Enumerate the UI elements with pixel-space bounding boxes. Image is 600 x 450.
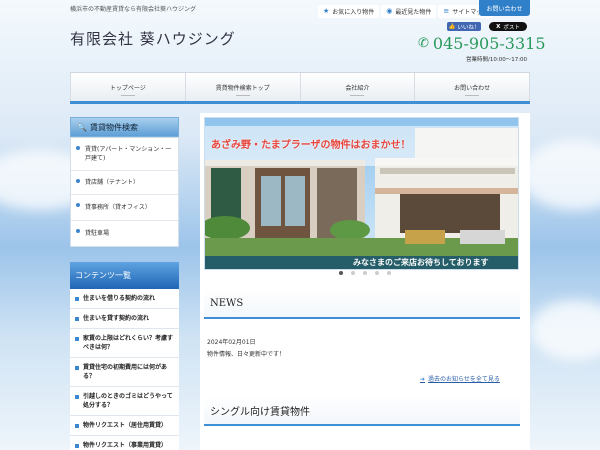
slider-dot[interactable] xyxy=(387,271,391,275)
nav-underline xyxy=(350,95,365,96)
top-links: ★ お気に入り物件 ◉ 最近見た物件 ≡ サイトマップ xyxy=(318,4,495,18)
content-item[interactable]: 家賃の上限はどれくらい？考慮すべきは何？ xyxy=(70,329,179,358)
nav-underline xyxy=(235,95,250,96)
circle-arrow-icon: ➜ xyxy=(420,376,426,383)
content-item[interactable]: 住まいを貸す契約の流れ xyxy=(70,309,179,329)
nav-top[interactable]: トップページ xyxy=(70,73,186,101)
contact-button[interactable]: お問い合わせ xyxy=(479,0,530,16)
slider-dot[interactable] xyxy=(351,271,355,275)
news-heading: NEWS xyxy=(204,289,520,319)
news-archive-link[interactable]: ➜ 過去のお知らせを全て見る xyxy=(420,374,500,383)
sitemap-icon: ≡ xyxy=(443,7,450,15)
nav-underline xyxy=(120,95,135,96)
hero-caption: みなさまのご来店お待ちしております xyxy=(353,258,489,267)
news-date: 2024年02月01日 xyxy=(207,339,256,346)
search-item-shop[interactable]: 貸店舗（テナント） xyxy=(71,171,178,195)
slider-dot[interactable] xyxy=(363,271,367,275)
favorites-link[interactable]: ★ お気に入り物件 xyxy=(318,4,380,18)
eye-icon: ◉ xyxy=(386,7,393,15)
magnifier-icon: 🔍 xyxy=(77,122,87,132)
business-hours: 営業時間/10:00～17:00 xyxy=(466,57,528,63)
x-logo-icon: X xyxy=(496,23,501,30)
main-content: あざみ野・たまプラーザの物件はおまかせ！ みなさまのご来店お待ちしております N… xyxy=(200,113,530,450)
slider-dot[interactable] xyxy=(375,271,379,275)
global-nav: トップページ 賃貸物件検索トップ 会社紹介 お問い合わせ xyxy=(70,72,530,104)
search-item-parking[interactable]: 貸駐車場 xyxy=(71,221,178,246)
phone-number[interactable]: ✆ 045-905-3315 xyxy=(418,34,546,53)
content-item[interactable]: 賃貸住宅の初期費用には何がある？ xyxy=(70,358,179,387)
star-icon: ★ xyxy=(323,7,330,15)
content-item[interactable]: 物件リクエスト（事業用賃貸） xyxy=(70,436,179,450)
search-section-title: 🔍 賃貸物件検索 xyxy=(70,117,179,137)
content-item[interactable]: 物件リクエスト（居住用賃貸） xyxy=(70,416,179,436)
nav-company[interactable]: 会社紹介 xyxy=(301,73,416,101)
search-list: 賃貸(アパート・マンション・一戸建て) 貸店舗（テナント） 貸事務所（貸オフィス… xyxy=(70,137,179,247)
search-item-office[interactable]: 貸事務所（貸オフィス） xyxy=(71,195,178,221)
recent-link[interactable]: ◉ 最近見た物件 xyxy=(381,4,437,18)
nav-underline xyxy=(465,95,480,96)
news-text[interactable]: 物件情報、日々更新中です！ xyxy=(207,349,285,358)
x-post-button[interactable]: X ポスト xyxy=(489,22,527,31)
thumbs-up-icon: 👍 xyxy=(448,23,456,30)
search-item-rental[interactable]: 賃貸(アパート・マンション・一戸建て) xyxy=(71,138,178,171)
site-logo[interactable]: 有限会社 葵ハウジング xyxy=(70,28,236,49)
slider-dots xyxy=(200,271,530,275)
slider-dot[interactable] xyxy=(339,271,343,275)
hero-slider[interactable]: あざみ野・たまプラーザの物件はおまかせ！ みなさまのご来店お待ちしております xyxy=(204,117,519,270)
content-section-title: コンテンツ一覧 xyxy=(70,262,179,289)
site-tagline: 横浜市の不動産賃貸なら有限会社葵ハウジング xyxy=(70,6,197,13)
facebook-like-button[interactable]: 👍 いいね！ xyxy=(447,22,481,31)
single-rental-heading: シングル向け賃貸物件 xyxy=(204,396,520,426)
hero-banner-text: あざみ野・たまプラーザの物件はおまかせ！ xyxy=(211,140,411,151)
content-item[interactable]: 住まいを借りる契約の流れ xyxy=(70,289,179,309)
content-list: 住まいを借りる契約の流れ 住まいを貸す契約の流れ 家賃の上限はどれくらい？考慮す… xyxy=(70,289,179,450)
nav-contact[interactable]: お問い合わせ xyxy=(415,73,530,101)
phone-icon: ✆ xyxy=(418,36,429,51)
content-item[interactable]: 引越しのときのゴミはどうやって処分する？ xyxy=(70,387,179,416)
sidebar: 🔍 賃貸物件検索 賃貸(アパート・マンション・一戸建て) 貸店舗（テナント） 貸事… xyxy=(70,117,179,450)
nav-search[interactable]: 賃貸物件検索トップ xyxy=(186,73,301,101)
